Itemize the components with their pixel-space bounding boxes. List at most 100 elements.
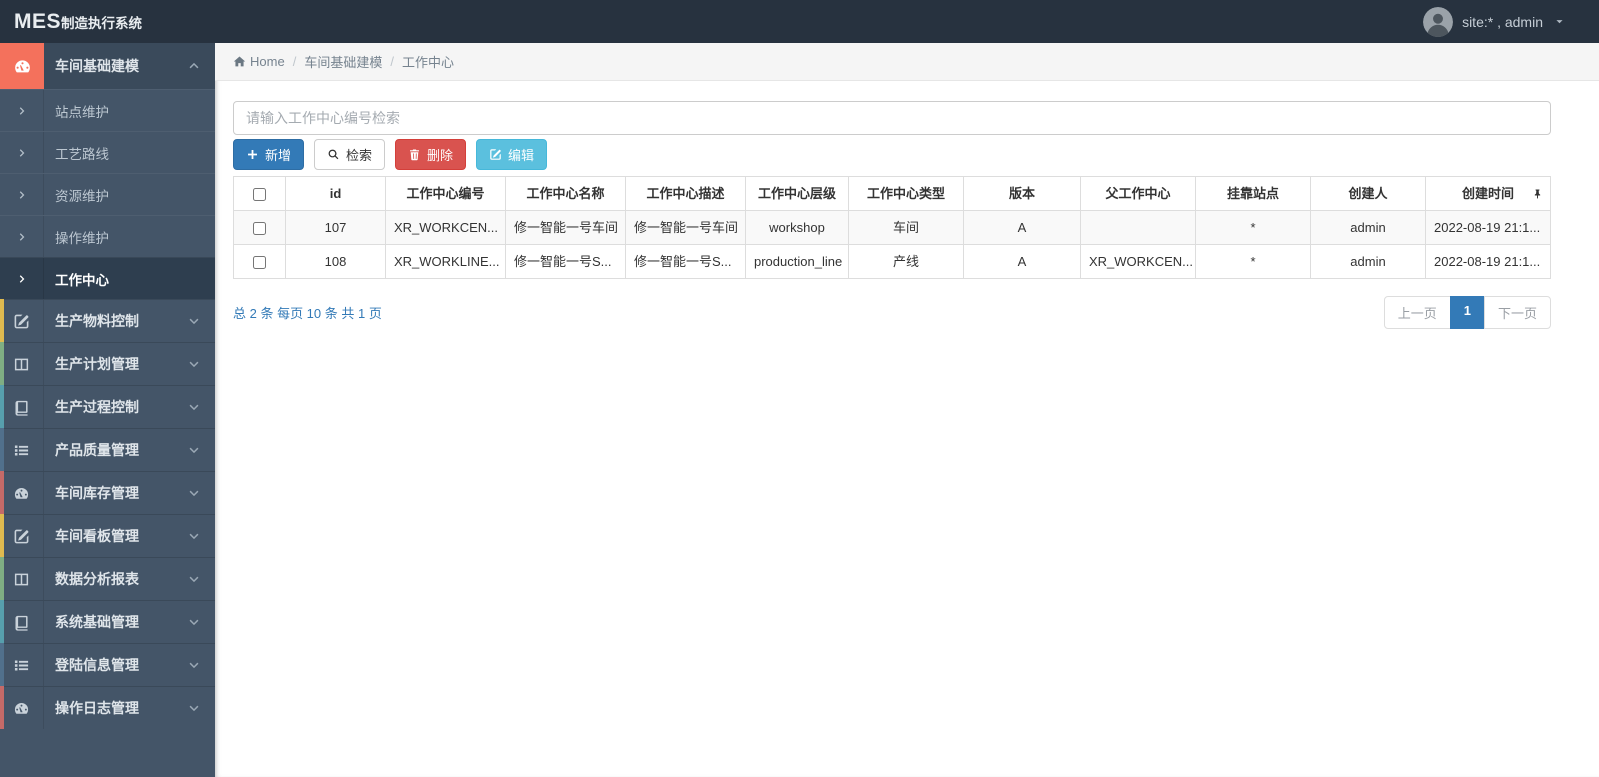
column-header-label: 版本 [1008,186,1035,201]
table-cell: XR_WORKLINE... [385,244,506,279]
trash-icon [408,148,421,161]
sidebar-item-0[interactable]: 生产物料控制 [0,299,215,342]
breadcrumb-current: 工作中心 [401,55,454,70]
sidebar-item-label: 车间看板管理 [55,528,139,544]
chevron-right-icon [17,274,27,284]
table-cell: production_line [745,244,849,279]
app-brand: MES 制造执行系统 [14,10,142,34]
prev-page-button[interactable]: 上一页 [1383,296,1451,329]
chevron-up-icon [188,60,200,72]
user-label: site:* , admin [1462,13,1543,30]
sidebar-item-1[interactable]: 生产计划管理 [0,342,215,385]
chevron-down-icon [188,401,200,413]
sidebar-subitem-label: 工艺路线 [55,146,109,162]
table-row-1[interactable]: 108 XR_WORKLINE... 修一智能一号S... 修一智能一号S... pro… [233,244,1551,279]
sidebar-subitem-0[interactable]: 站点维护 [0,89,215,131]
edit-button[interactable]: 编辑 [476,139,548,170]
table-cell: 108 [285,244,386,279]
sidebar-subitem-1[interactable]: 工艺路线 [0,131,215,173]
sidebar-item-9[interactable]: 操作日志管理 [0,686,215,729]
breadcrumb-home[interactable]: Home [250,54,285,69]
columns-icon [13,571,30,588]
brand-mes: MES [14,9,62,33]
edit-icon [489,148,502,161]
chevron-right-icon [17,190,27,200]
column-header-9[interactable]: 创建人 [1310,176,1426,211]
table-cell: 修一智能一号车间 [505,210,626,245]
table-cell: XR_WORKCEN... [1080,244,1196,279]
column-header-7[interactable]: 父工作中心 [1080,176,1196,211]
column-header-label: 工作中心层级 [757,186,836,201]
sidebar-subitem-4[interactable]: 工作中心 [0,257,215,299]
next-page-button[interactable]: 下一页 [1483,296,1551,329]
sidebar-item-7[interactable]: 系统基础管理 [0,600,215,643]
button-label: 删除 [427,148,454,163]
column-header-5[interactable]: 工作中心类型 [848,176,964,211]
column-header-10[interactable]: 创建时间 [1425,176,1551,211]
sidebar-item-label: 操作日志管理 [55,700,139,716]
chevron-right-icon [17,148,27,158]
select-all-header[interactable] [233,176,286,211]
sidebar-item-5[interactable]: 车间看板管理 [0,514,215,557]
pagination-bar: 总 2 条 每页 10 条 共 1 页 上一页 1 下一页 [233,296,1551,329]
add-button[interactable]: 新增 [233,139,305,170]
sidebar-subitem-2[interactable]: 资源维护 [0,173,215,215]
delete-button[interactable]: 删除 [395,139,467,170]
sidebar-item-label: 生产计划管理 [55,356,139,372]
sidebar-item-label: 登陆信息管理 [55,657,139,673]
columns-icon [13,356,30,373]
chevron-down-icon [188,573,200,585]
pin-icon[interactable] [1532,188,1543,199]
column-header-0[interactable]: id [285,176,386,211]
sidebar-item-8[interactable]: 登陆信息管理 [0,643,215,686]
avatar[interactable] [1423,6,1454,37]
button-label: 检索 [346,148,373,163]
main-panel: 新增 检索 删除 编辑 id 工作中心编号 工作中心名称 工作中心描述 工作中心层级 工作… [215,81,1599,329]
column-header-8[interactable]: 挂靠站点 [1195,176,1311,211]
breadcrumb-section[interactable]: 车间基础建模 [304,52,382,71]
column-header-label: 工作中心名称 [526,186,605,201]
select-all-checkbox[interactable] [253,188,266,202]
table-row-0[interactable]: 107 XR_WORKCEN... 修一智能一号车间 修一智能一号车间 workshop… [233,210,1551,245]
table-cell: * [1195,244,1311,279]
table-cell: 2022-08-19 21:1... [1425,210,1551,245]
pager: 上一页 1 下一页 [1383,296,1551,329]
column-header-2[interactable]: 工作中心名称 [505,176,626,211]
sidebar-subitem-label: 工作中心 [55,272,109,288]
sidebar-item-label: 产品质量管理 [55,442,139,458]
table-cell: 车间 [848,210,964,245]
user-menu[interactable]: site:* , admin [1423,6,1565,37]
toolbar: 新增 检索 删除 编辑 [233,139,1551,170]
row-checkbox[interactable] [253,256,266,270]
table-cell: admin [1310,244,1426,279]
sidebar-item-6[interactable]: 数据分析报表 [0,557,215,600]
column-header-label: 创建人 [1348,186,1388,201]
page-1-button[interactable]: 1 [1449,296,1485,329]
sidebar-item-4[interactable]: 车间库存管理 [0,471,215,514]
sidebar-subitem-label: 资源维护 [55,188,109,204]
search-input[interactable] [233,101,1551,135]
table-cell: A [963,210,1081,245]
chevron-down-icon [188,702,200,714]
sidebar-item-workshop-modeling[interactable]: 车间基础建模 [0,43,215,89]
row-checkbox[interactable] [253,222,266,236]
sidebar-item-label: 生产物料控制 [55,313,139,329]
column-header-1[interactable]: 工作中心编号 [385,176,506,211]
table-cell: XR_WORKCEN... [385,210,506,245]
table-cell: * [1195,210,1311,245]
home-icon [233,55,246,68]
column-header-6[interactable]: 版本 [963,176,1081,211]
list-icon [13,442,30,459]
table-cell: 修一智能一号S... [625,244,746,279]
sidebar-subitem-3[interactable]: 操作维护 [0,215,215,257]
sidebar-item-3[interactable]: 产品质量管理 [0,428,215,471]
sidebar-item-label: 车间基础建模 [55,58,139,74]
table-cell: A [963,244,1081,279]
gauge-icon [13,700,30,717]
sidebar-parent-items: 生产物料控制 生产计划管理 生产过程控制 产品质量管理 车间库存管理 车间看板管… [0,299,215,729]
column-header-3[interactable]: 工作中心描述 [625,176,746,211]
plus-icon [246,148,259,161]
search-button[interactable]: 检索 [314,139,386,170]
sidebar-item-2[interactable]: 生产过程控制 [0,385,215,428]
column-header-4[interactable]: 工作中心层级 [745,176,849,211]
